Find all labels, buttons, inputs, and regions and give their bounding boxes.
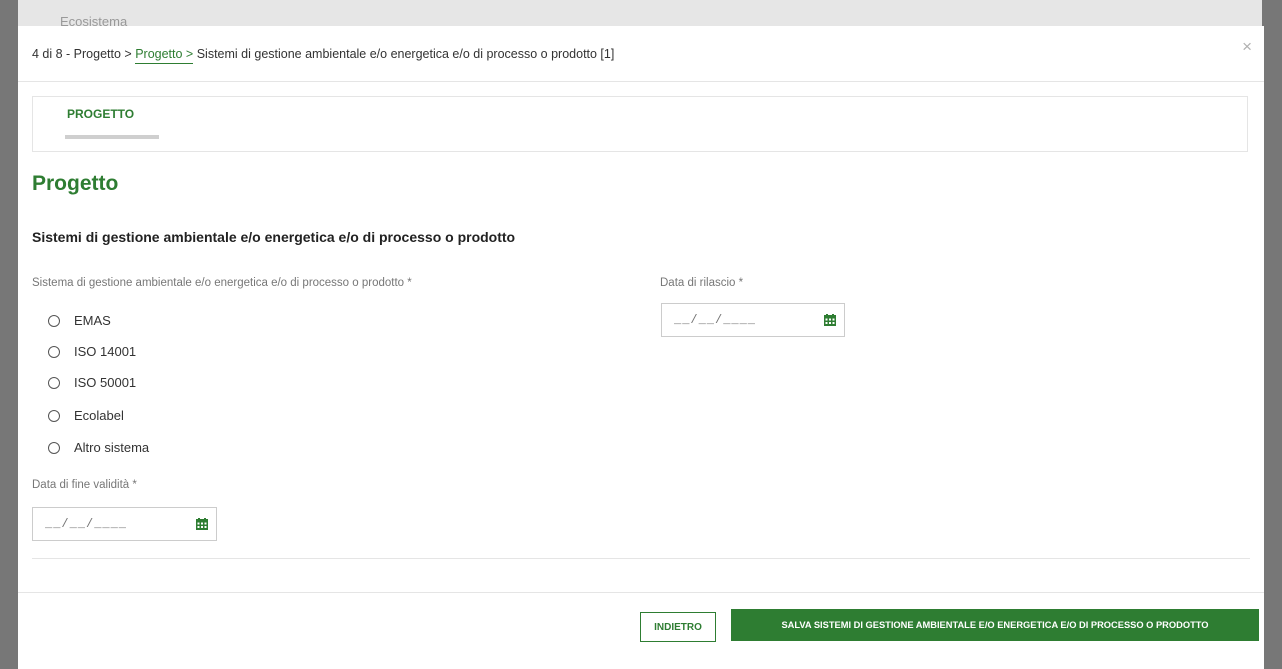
breadcrumb-link-progetto[interactable]: Progetto > — [135, 47, 194, 64]
breadcrumb-current: Sistemi di gestione ambientale e/o energ… — [196, 47, 615, 61]
expiry-date-input[interactable] — [43, 516, 167, 532]
section-divider — [32, 558, 1250, 559]
radio-option-altro-sistema[interactable]: Altro sistema — [48, 440, 149, 455]
radio-label: ISO 14001 — [74, 344, 137, 359]
system-field-label: Sistema di gestione ambientale e/o energ… — [32, 277, 412, 289]
page-title: Progetto — [32, 172, 119, 195]
radio-option-emas[interactable]: EMAS — [48, 313, 111, 328]
calendar-icon[interactable] — [824, 314, 836, 326]
release-date-input[interactable] — [672, 312, 796, 328]
modal-dialog: 4 di 8 - Progetto > Progetto > Sistemi d… — [18, 26, 1264, 669]
tab-indicator — [65, 135, 159, 139]
breadcrumb: 4 di 8 - Progetto > Progetto > Sistemi d… — [32, 47, 615, 64]
tab-progetto[interactable]: PROGETTO — [67, 107, 134, 121]
radio-option-iso-14001[interactable]: ISO 14001 — [48, 344, 136, 359]
radio-button[interactable] — [48, 441, 60, 454]
calendar-icon[interactable] — [196, 518, 208, 530]
radio-label: ISO 50001 — [74, 375, 137, 390]
tab-bar: PROGETTO — [32, 96, 1248, 152]
radio-label: EMAS — [74, 313, 111, 328]
modal-header: 4 di 8 - Progetto > Progetto > Sistemi d… — [18, 26, 1264, 82]
radio-label: Ecolabel — [74, 408, 124, 423]
footer-divider — [18, 592, 1264, 593]
radio-label: Altro sistema — [74, 440, 150, 455]
expiry-date-field[interactable] — [32, 507, 217, 541]
release-date-field[interactable] — [661, 303, 845, 337]
radio-option-ecolabel[interactable]: Ecolabel — [48, 408, 124, 423]
radio-option-iso-50001[interactable]: ISO 50001 — [48, 375, 136, 390]
radio-button[interactable] — [48, 409, 60, 422]
breadcrumb-step: 4 di 8 - Progetto > — [32, 47, 132, 61]
section-title: Sistemi di gestione ambientale e/o energ… — [32, 229, 516, 245]
close-icon[interactable]: × — [1242, 38, 1252, 55]
expiry-date-label: Data di fine validità * — [32, 479, 137, 491]
release-date-label: Data di rilascio * — [660, 277, 744, 289]
radio-button[interactable] — [48, 345, 60, 358]
save-button[interactable]: SALVA SISTEMI DI GESTIONE AMBIENTALE E/O… — [731, 609, 1259, 641]
back-button[interactable]: INDIETRO — [640, 612, 716, 642]
radio-button[interactable] — [48, 314, 60, 327]
radio-button[interactable] — [48, 376, 60, 389]
